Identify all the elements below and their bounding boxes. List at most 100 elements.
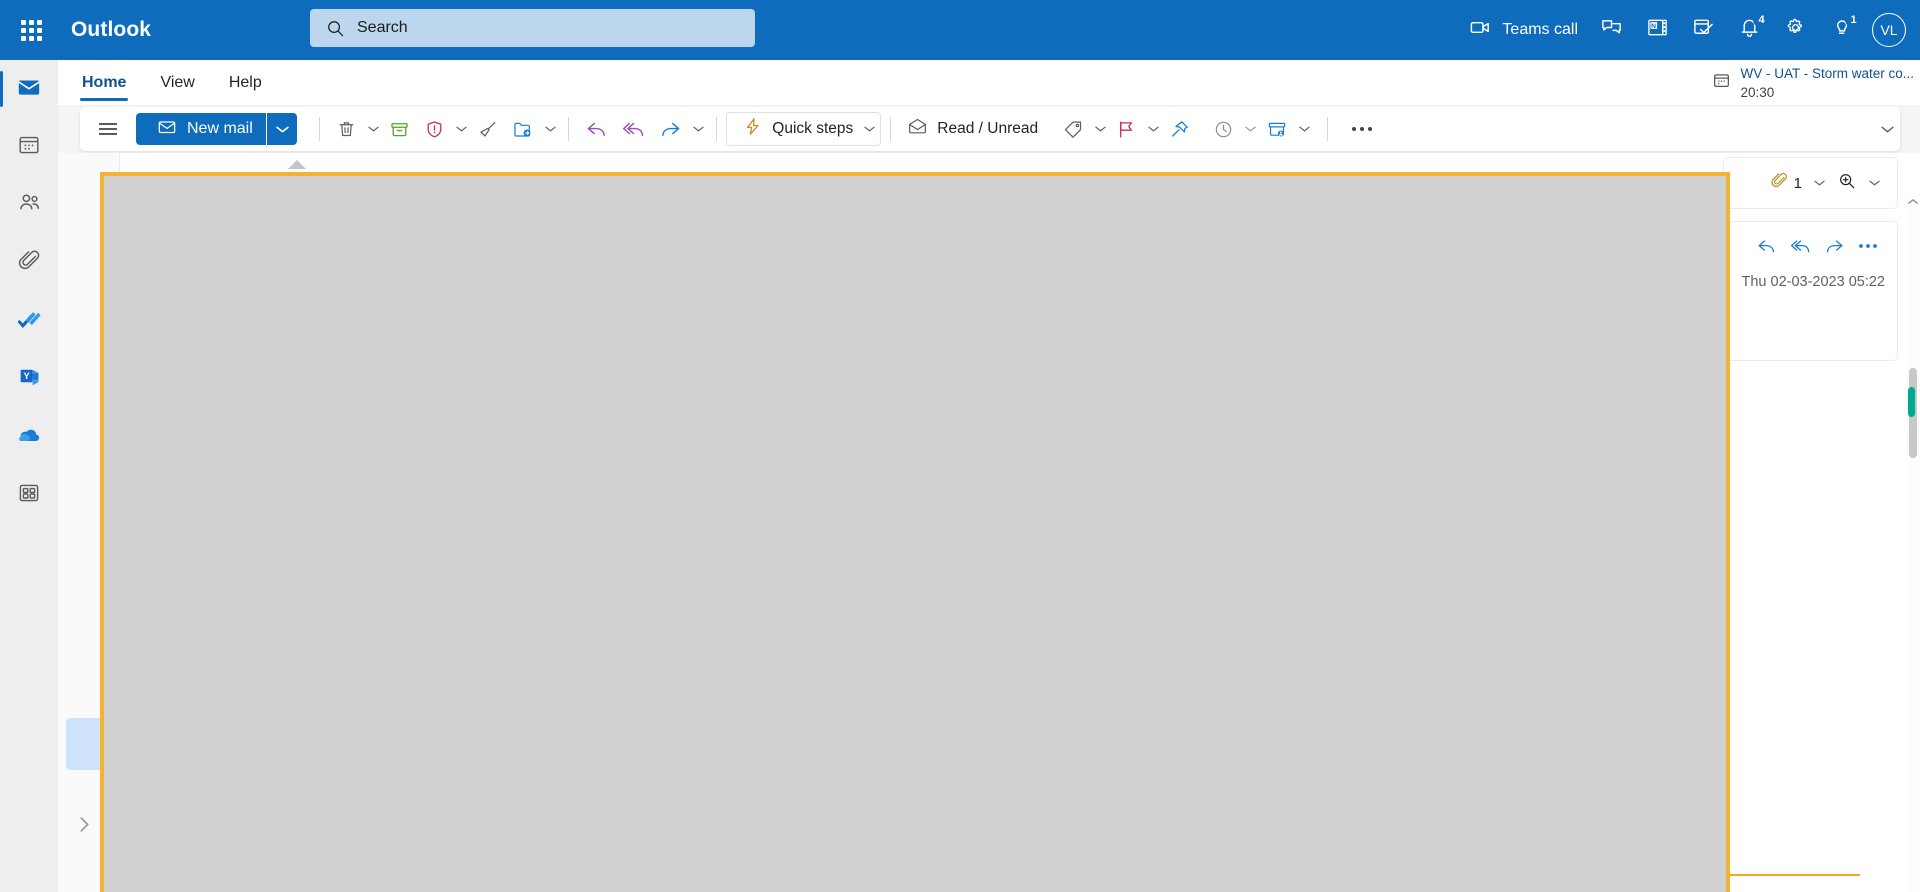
move-to-dropdown-caret[interactable] xyxy=(541,113,559,145)
ribbon-toolbar: New mail Quick steps Read / Unread xyxy=(80,107,1900,151)
reply-button[interactable] xyxy=(579,113,614,145)
sidebar-item-files[interactable] xyxy=(0,234,58,292)
notifications-button[interactable]: 4 xyxy=(1726,7,1772,53)
settings-button[interactable] xyxy=(1772,7,1818,53)
new-mail-dropdown-button[interactable] xyxy=(267,113,298,145)
ribbon-divider xyxy=(319,117,321,141)
search-input-placeholder[interactable]: Search xyxy=(357,19,408,37)
sidebar-item-todo[interactable] xyxy=(0,292,58,350)
notifications-badge: 4 xyxy=(1753,11,1770,28)
snooze-button[interactable] xyxy=(1207,113,1240,145)
attachments-button[interactable]: 1 xyxy=(1767,167,1805,199)
delete-dropdown-caret[interactable] xyxy=(364,113,382,145)
more-options-button[interactable] xyxy=(1345,113,1379,145)
reply-all-button[interactable] xyxy=(1783,230,1817,262)
teams-call-icon xyxy=(1469,16,1492,44)
ribbon-divider-5 xyxy=(1327,117,1329,141)
scrollbar-position-marker xyxy=(1908,387,1915,417)
move-to-button[interactable] xyxy=(506,113,540,145)
reading-pane-scrollbar[interactable] xyxy=(1906,193,1920,892)
zoom-in-magnifier-icon xyxy=(1837,171,1857,196)
snooze-dropdown-caret[interactable] xyxy=(1241,113,1259,145)
chat-button[interactable] xyxy=(1588,7,1634,53)
left-app-rail: Y xyxy=(0,60,58,892)
calendar-icon xyxy=(17,133,41,162)
search-box[interactable]: Search xyxy=(310,9,755,47)
avatar[interactable]: VL xyxy=(1872,13,1906,47)
sidebar-item-mail[interactable] xyxy=(0,60,58,118)
onenote-icon: N xyxy=(1646,16,1669,44)
event-time: 20:30 xyxy=(1740,85,1775,101)
forward-dropdown-caret[interactable] xyxy=(689,113,707,145)
quick-steps-button[interactable]: Quick steps xyxy=(736,113,859,145)
attachments-dropdown-caret[interactable] xyxy=(1811,175,1828,191)
attachment-paperclip-icon xyxy=(1770,171,1789,195)
forward-button[interactable] xyxy=(653,113,688,145)
archive-button[interactable] xyxy=(383,113,416,145)
flag-button[interactable] xyxy=(1110,113,1143,145)
quick-steps-dropdown-caret[interactable] xyxy=(860,113,878,145)
top-bar-actions: Teams call N 4 1 VL xyxy=(1449,0,1920,60)
ribbon-group-tags: Read / Unread xyxy=(900,113,1313,145)
expand-pane-chevron-icon[interactable] xyxy=(78,816,91,838)
new-mail-button[interactable]: New mail xyxy=(136,113,266,145)
report-junk-button[interactable] xyxy=(418,113,451,145)
scroll-up-arrow-icon[interactable] xyxy=(1906,193,1920,209)
sidebar-item-onedrive[interactable] xyxy=(0,408,58,466)
quick-steps-label: Quick steps xyxy=(772,120,854,137)
new-mail-label: New mail xyxy=(187,120,253,137)
categorize-button[interactable] xyxy=(1057,113,1090,145)
app-launcher-waffle-button[interactable] xyxy=(7,6,55,54)
flag-dropdown-caret[interactable] xyxy=(1144,113,1162,145)
content-overlay-panel[interactable] xyxy=(100,172,1730,892)
ribbon-container: New mail Quick steps Read / Unread xyxy=(58,105,1920,153)
reply-button[interactable] xyxy=(1749,230,1783,262)
sidebar-item-people[interactable] xyxy=(0,176,58,234)
app-brand-title: Outlook xyxy=(71,18,152,41)
sidebar-item-calendar[interactable] xyxy=(0,118,58,176)
reply-all-button[interactable] xyxy=(616,113,651,145)
people-icon xyxy=(17,190,42,220)
message-actions xyxy=(1749,230,1885,262)
zoom-button[interactable] xyxy=(1834,167,1860,200)
ribbon-tabs: Home View Help WV - UAT - Storm water co… xyxy=(58,60,1920,105)
report-dropdown-caret[interactable] xyxy=(452,113,470,145)
upcoming-event-chip[interactable]: WV - UAT - Storm water co... 20:30 xyxy=(1712,64,1914,102)
pin-button[interactable] xyxy=(1163,113,1196,145)
forward-button[interactable] xyxy=(1817,230,1851,262)
overlay-callout-tail-icon xyxy=(288,160,306,169)
sidebar-item-apps[interactable] xyxy=(0,466,58,524)
tab-help[interactable]: Help xyxy=(219,63,272,103)
calendar-check-icon xyxy=(1692,16,1715,44)
tab-home[interactable]: Home xyxy=(72,63,136,103)
onenote-button[interactable]: N xyxy=(1634,7,1680,53)
rules-dropdown-caret[interactable] xyxy=(1295,113,1313,145)
apps-grid-icon xyxy=(17,481,41,510)
tab-view[interactable]: View xyxy=(150,63,204,103)
quick-steps-group: Quick steps xyxy=(726,112,882,146)
top-app-bar: Outlook Search Teams call N 4 1 VL xyxy=(0,0,1920,60)
collapse-ribbon-caret[interactable] xyxy=(1881,121,1894,139)
delete-button[interactable] xyxy=(330,113,363,145)
teams-call-button[interactable]: Teams call xyxy=(1449,7,1588,53)
read-unread-button[interactable]: Read / Unread xyxy=(901,113,1044,145)
categorize-dropdown-caret[interactable] xyxy=(1091,113,1109,145)
rules-button[interactable] xyxy=(1260,113,1294,145)
message-more-actions-button[interactable] xyxy=(1851,230,1885,262)
attachment-paperclip-icon xyxy=(17,248,42,278)
search-icon xyxy=(326,19,345,38)
onedrive-cloud-icon xyxy=(16,422,42,453)
calendar-event-icon xyxy=(1712,71,1731,95)
todo-check-icon xyxy=(16,306,42,337)
tab-help-label: Help xyxy=(228,73,262,91)
svg-text:Y: Y xyxy=(23,371,30,381)
sweep-button[interactable] xyxy=(471,113,504,145)
sidebar-item-yammer[interactable]: Y xyxy=(0,350,58,408)
zoom-dropdown-caret[interactable] xyxy=(1866,175,1883,191)
toggle-nav-pane-button[interactable] xyxy=(90,113,126,145)
lightning-bolt-icon xyxy=(742,116,763,142)
chat-icon xyxy=(1600,16,1623,44)
ribbon-divider-4 xyxy=(890,117,892,141)
tips-button[interactable]: 1 xyxy=(1818,7,1864,53)
my-day-button[interactable] xyxy=(1680,7,1726,53)
